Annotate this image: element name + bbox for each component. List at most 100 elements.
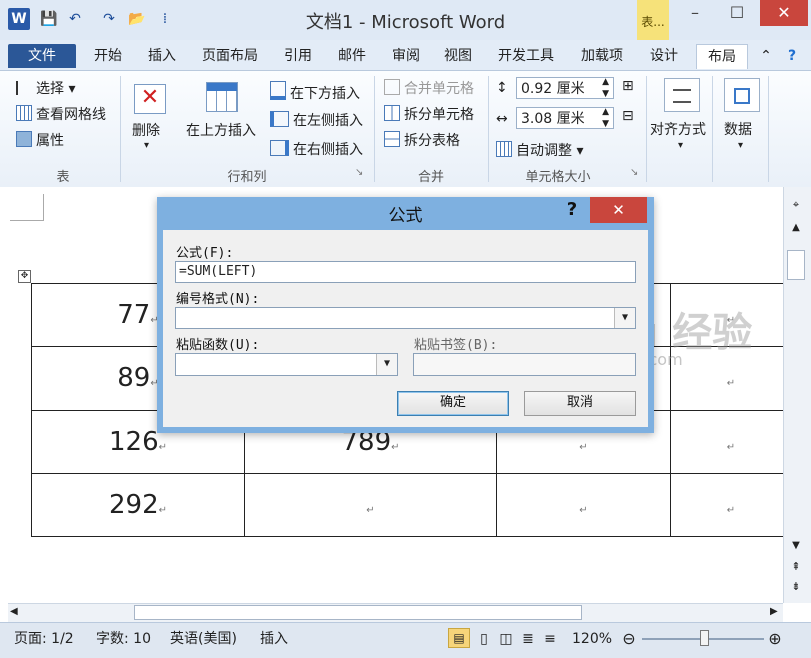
tab-review[interactable]: 审阅	[382, 44, 430, 68]
group-separator	[768, 76, 769, 182]
delete-table-icon: ✕	[134, 84, 166, 114]
alignment-icon	[664, 78, 700, 112]
rows-cols-launcher-icon[interactable]: ↘	[355, 167, 363, 178]
table-cell[interactable]: ↵	[244, 472, 497, 538]
insert-right-icon	[270, 140, 289, 156]
split-cells-button[interactable]: 拆分单元格	[384, 104, 474, 124]
split-table-button[interactable]: 拆分表格	[384, 130, 460, 150]
group-label-cell-size: 单元格大小	[525, 170, 591, 185]
word-count[interactable]: 字数: 10	[96, 630, 151, 648]
maximize-button[interactable]: ☐	[716, 0, 758, 26]
merge-cells-button[interactable]: 合并单元格	[384, 78, 474, 98]
tab-design[interactable]: 设计	[640, 44, 688, 68]
tab-developer[interactable]: 开发工具	[488, 44, 564, 68]
alignment-button[interactable]: 对齐方式	[650, 119, 706, 139]
data-dropdown-icon[interactable]: ▾	[738, 140, 743, 151]
insert-mode-indicator[interactable]: 插入	[260, 630, 288, 648]
group-separator	[374, 76, 375, 182]
group-label-table: 表	[56, 170, 70, 185]
delete-button[interactable]: 删除	[132, 120, 160, 140]
horizontal-scroll-thumb[interactable]	[134, 605, 582, 620]
cursor-icon	[16, 81, 32, 95]
tab-references[interactable]: 引用	[274, 44, 322, 68]
full-screen-reading-icon[interactable]: ▯	[474, 630, 494, 648]
language-indicator[interactable]: 英语(美国)	[170, 630, 237, 648]
scroll-down-icon[interactable]: ▼	[788, 540, 804, 551]
table-cell[interactable]: ↵	[670, 409, 792, 474]
tab-insert[interactable]: 插入	[138, 44, 186, 68]
cell-size-launcher-icon[interactable]: ↘	[630, 167, 638, 178]
select-button[interactable]: 选择 ▾	[16, 78, 75, 98]
group-label-merge: 合并	[417, 170, 444, 185]
tab-home[interactable]: 开始	[84, 44, 132, 68]
ok-button[interactable]: 确定	[397, 391, 509, 416]
zoom-slider-thumb[interactable]	[700, 630, 709, 646]
tab-page-layout[interactable]: 页面布局	[194, 44, 266, 68]
paste-bookmark-select[interactable]	[413, 353, 636, 376]
tab-file[interactable]: 文件	[8, 44, 76, 68]
column-width-input[interactable]: 3.08 厘米 ▲ ▼	[516, 107, 614, 129]
scroll-right-icon[interactable]: ▶	[770, 606, 778, 617]
web-layout-icon[interactable]: ◫	[496, 630, 516, 648]
zoom-out-icon[interactable]: ⊖	[620, 630, 638, 648]
insert-below-icon	[270, 81, 286, 100]
zoom-level[interactable]: 120%	[572, 630, 612, 648]
table-cell[interactable]: ↵	[670, 472, 792, 538]
cancel-button[interactable]: 取消	[524, 391, 636, 416]
column-width-icon: ↔	[496, 111, 508, 127]
paste-bookmark-label: 粘贴书签(B):	[414, 338, 498, 353]
help-icon[interactable]: ?	[782, 44, 802, 68]
outline-view-icon[interactable]: ≣	[518, 630, 538, 648]
alignment-dropdown-icon[interactable]: ▾	[678, 140, 683, 151]
number-format-select[interactable]: ▼	[175, 307, 636, 329]
distribute-rows-icon[interactable]: ⊞	[622, 78, 634, 94]
formula-input[interactable]: =SUM(LEFT)	[175, 261, 636, 283]
ruler-toggle-icon[interactable]: ⌖	[788, 198, 804, 212]
page-indicator[interactable]: 页面: 1/2	[14, 630, 74, 648]
tab-view[interactable]: 视图	[434, 44, 482, 68]
insert-left-button[interactable]: 在左侧插入	[270, 110, 363, 130]
delete-dropdown-icon[interactable]: ▾	[144, 140, 149, 151]
dialog-help-button[interactable]: ?	[563, 199, 581, 220]
grid-icon	[16, 105, 32, 121]
table-cell[interactable]: ↵	[496, 472, 671, 538]
row-height-icon: ↕	[496, 80, 508, 96]
number-format-label: 编号格式(N):	[176, 292, 260, 307]
distribute-columns-icon[interactable]: ⊟	[622, 108, 634, 124]
paste-function-select[interactable]: ▼	[175, 353, 398, 376]
insert-left-icon	[270, 111, 289, 127]
insert-above-icon	[206, 82, 238, 112]
next-page-icon[interactable]: ⇟	[788, 580, 804, 593]
close-window-button[interactable]: ✕	[760, 0, 808, 26]
view-gridlines-button[interactable]: 查看网格线	[16, 104, 106, 124]
table-row: 292↵ ↵ ↵ ↵	[31, 472, 792, 538]
table-cell[interactable]: 292↵	[31, 472, 245, 538]
tab-mailings[interactable]: 邮件	[328, 44, 376, 68]
group-label-rows-cols: 行和列	[227, 170, 267, 185]
table-move-handle-icon[interactable]: ✥	[18, 270, 31, 283]
tab-addins[interactable]: 加载项	[572, 44, 632, 68]
dialog-close-button[interactable]: ✕	[590, 197, 647, 223]
data-button[interactable]: 数据	[724, 119, 752, 139]
autofit-icon	[496, 141, 512, 157]
row-height-input[interactable]: 0.92 厘米 ▲ ▼	[516, 77, 614, 99]
scroll-left-icon[interactable]: ◀	[10, 606, 18, 617]
tab-layout[interactable]: 布局	[696, 44, 748, 69]
print-layout-icon[interactable]: ▤	[448, 628, 470, 648]
group-separator	[488, 76, 489, 182]
autofit-button[interactable]: 自动调整 ▾	[496, 140, 583, 160]
properties-button[interactable]: 属性	[16, 130, 64, 150]
previous-page-icon[interactable]: ⇞	[788, 560, 804, 573]
minimize-ribbon-icon[interactable]: ⌃	[756, 44, 776, 68]
vertical-scroll-thumb[interactable]	[787, 250, 805, 280]
merge-cells-icon	[384, 79, 400, 95]
insert-right-button[interactable]: 在右侧插入	[270, 139, 363, 159]
insert-below-button[interactable]: 在下方插入	[270, 81, 360, 103]
group-separator	[712, 76, 713, 182]
minimize-button[interactable]: –	[674, 0, 716, 26]
paste-function-label: 粘贴函数(U):	[176, 338, 260, 353]
zoom-in-icon[interactable]: ⊕	[766, 630, 784, 648]
scroll-up-icon[interactable]: ▲	[788, 222, 804, 233]
draft-view-icon[interactable]: ≡	[540, 630, 560, 648]
insert-above-button[interactable]: 在上方插入	[186, 120, 256, 140]
